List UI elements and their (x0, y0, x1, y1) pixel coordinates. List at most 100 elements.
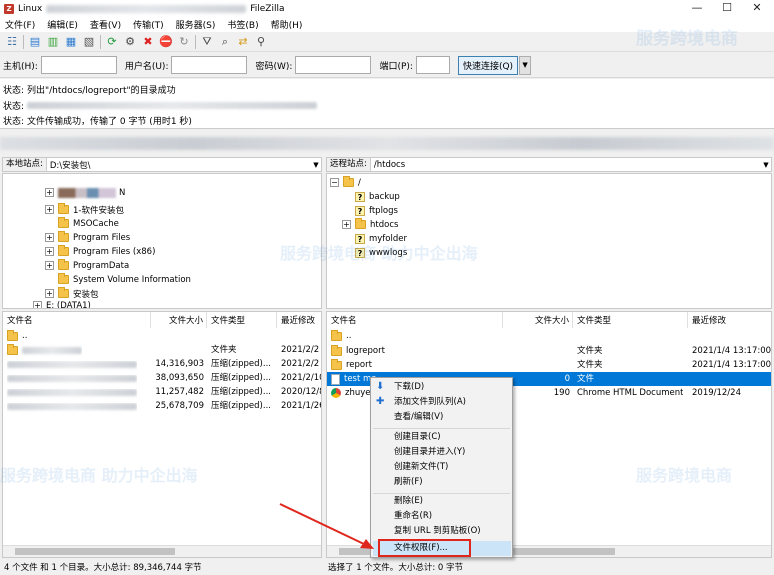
close-button[interactable]: ✕ (742, 0, 772, 17)
chevron-down-icon[interactable]: ▼ (311, 161, 321, 169)
disconnect-icon[interactable]: ⛔ (158, 34, 174, 50)
column-header-modified[interactable]: 最近修改 (688, 312, 771, 328)
tree-item[interactable]: ? wwwlogs (355, 246, 407, 259)
menu-item-create-directory[interactable]: 创建目录(C) (394, 430, 441, 445)
expand-icon[interactable]: + (45, 289, 54, 298)
menu-edit[interactable]: 编辑(E) (47, 18, 78, 31)
tree-item-label: MSOCache (73, 218, 119, 229)
scrollbar-thumb[interactable] (15, 548, 175, 555)
process-queue-icon[interactable]: ⚙ (122, 34, 138, 50)
tree-item[interactable]: + htdocs (342, 218, 398, 231)
expand-icon[interactable]: + (45, 205, 54, 214)
menu-item-create-directory-enter[interactable]: 创建目录并进入(Y) (394, 445, 465, 460)
column-header-name[interactable]: 文件名 (3, 312, 151, 328)
file-date: 2021/2/2 1 (281, 345, 321, 355)
table-row[interactable]: 38,093,650 压缩(zipped)... 2021/2/10 (3, 371, 321, 385)
expand-icon[interactable]: + (45, 233, 54, 242)
table-row[interactable]: report 文件夹 2021/1/4 13:17:00 (327, 358, 771, 372)
toggle-local-tree-icon[interactable]: ▥ (45, 34, 61, 50)
file-type: 文件夹 (577, 346, 603, 356)
file-date: 2021/2/10 (281, 373, 322, 383)
expand-icon[interactable]: + (45, 261, 54, 270)
expand-icon[interactable]: + (45, 188, 54, 197)
menu-bookmarks[interactable]: 书签(B) (227, 18, 258, 31)
local-site-path[interactable]: D:\安装包\ (47, 159, 311, 171)
remote-site-path[interactable]: /htdocs (371, 160, 761, 170)
refresh-icon[interactable]: ⟳ (104, 34, 120, 50)
toolbar-separator (23, 34, 24, 49)
table-row[interactable]: .. (3, 329, 321, 343)
tree-item[interactable]: + 1-软件安装包 (45, 203, 124, 216)
remote-site-label: 远程站点: (327, 158, 371, 171)
column-header-size[interactable]: 文件大小 (503, 312, 573, 328)
tree-item[interactable]: MSOCache (58, 217, 119, 230)
message-log: 状态: 列出"/htdocs/logreport"的目录成功 状态: 状态: 文… (0, 79, 774, 129)
column-header-type[interactable]: 文件类型 (207, 312, 277, 328)
tree-item[interactable]: System Volume Information (58, 273, 191, 286)
expand-icon[interactable]: + (342, 220, 351, 229)
file-name-redacted (7, 389, 137, 396)
quickconnect-button[interactable]: 快速连接(Q) (457, 55, 519, 75)
table-row[interactable]: 25,678,709 压缩(zipped)... 2021/1/26 (3, 399, 321, 413)
collapse-icon[interactable]: − (330, 178, 339, 187)
search-icon[interactable]: ⌕ (217, 34, 233, 50)
tree-item[interactable]: + Program Files (x86) (45, 245, 155, 258)
menu-item-refresh[interactable]: 刷新(F) (394, 475, 423, 490)
menu-item-download[interactable]: 下载(D) (394, 380, 424, 395)
table-row[interactable]: 文件夹 2021/2/2 1 (3, 343, 321, 357)
column-header-name[interactable]: 文件名 (327, 312, 503, 328)
tree-item[interactable]: + E: (DATA1) (33, 299, 91, 308)
chevron-down-icon[interactable]: ▼ (761, 161, 771, 169)
menu-item-view-edit[interactable]: 查看/编辑(V) (394, 410, 443, 425)
reconnect-icon[interactable]: ↻ (176, 34, 192, 50)
file-date: 2019/12/24 (692, 388, 741, 398)
column-header-type[interactable]: 文件类型 (573, 312, 688, 328)
tree-item[interactable]: ? ftplogs (355, 204, 398, 217)
tree-item[interactable]: − / (330, 176, 361, 189)
menu-item-copy-url[interactable]: 复制 URL 到剪贴板(O) (394, 524, 481, 539)
menu-help[interactable]: 帮助(H) (271, 18, 303, 31)
file-date: 2020/12/8 (281, 387, 322, 397)
filter-icon[interactable]: ⛛ (199, 34, 215, 50)
host-label: 主机(H): (3, 61, 38, 72)
menu-separator (373, 428, 510, 429)
password-input[interactable] (295, 56, 372, 74)
minimize-button[interactable]: — (682, 0, 712, 17)
toggle-remote-tree-icon[interactable]: ▦ (63, 34, 79, 50)
column-header-modified[interactable]: 最近修改 (277, 312, 321, 328)
menu-item-create-file[interactable]: 创建新文件(T) (394, 460, 448, 475)
username-input[interactable] (171, 56, 248, 74)
remote-site-bar: 远程站点: /htdocs ▼ (326, 157, 772, 172)
column-header-size[interactable]: 文件大小 (151, 312, 207, 328)
menu-server[interactable]: 服务器(S) (176, 18, 216, 31)
menu-view[interactable]: 查看(V) (90, 18, 121, 31)
tree-item[interactable]: + ProgramData (45, 259, 129, 272)
tree-item[interactable]: + N (45, 186, 125, 199)
quickconnect-dropdown-button[interactable]: ▼ (519, 55, 532, 75)
menu-item-delete[interactable]: 删除(E) (394, 494, 423, 509)
menu-item-rename[interactable]: 重命名(R) (394, 509, 432, 524)
menu-item-add-to-queue[interactable]: 添加文件到队列(A) (394, 395, 466, 410)
table-row[interactable]: 11,257,482 压缩(zipped)... 2020/12/8 (3, 385, 321, 399)
sync-browse-icon[interactable]: ⇄ (235, 34, 251, 50)
expand-icon[interactable]: + (33, 301, 42, 308)
menu-file[interactable]: 文件(F) (5, 18, 35, 31)
table-row[interactable]: 14,316,903 压缩(zipped)... 2021/2/2 1 (3, 357, 321, 371)
toolbar-separator (195, 34, 196, 49)
expand-icon[interactable]: + (45, 247, 54, 256)
table-row[interactable]: .. (327, 329, 771, 343)
toggle-queue-icon[interactable]: ▧ (81, 34, 97, 50)
menu-transfer[interactable]: 传输(T) (133, 18, 164, 31)
maximize-button[interactable]: ☐ (712, 0, 742, 17)
host-input[interactable] (40, 56, 117, 74)
tree-item[interactable]: + Program Files (45, 231, 130, 244)
tree-item[interactable]: ? backup (355, 190, 400, 203)
cancel-icon[interactable]: ✖ (140, 34, 156, 50)
tree-item[interactable]: ? myfolder (355, 232, 407, 245)
find-files-icon[interactable]: ⚲ (253, 34, 269, 50)
table-row[interactable]: logreport 文件夹 2021/1/4 13:17:00 (327, 344, 771, 358)
port-input[interactable] (415, 56, 450, 74)
toggle-log-icon[interactable]: ▤ (27, 34, 43, 50)
tree-item-label: 安装包 (73, 289, 99, 300)
site-manager-icon[interactable]: ☷ (4, 34, 20, 50)
